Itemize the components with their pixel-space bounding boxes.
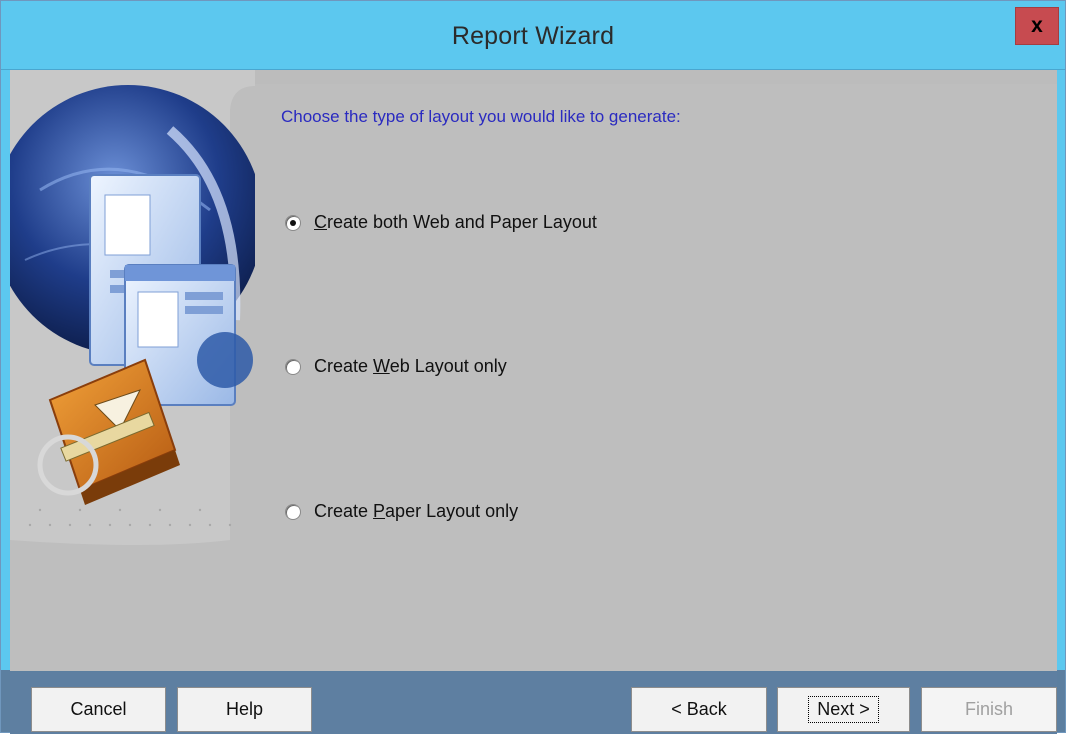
help-button[interactable]: Help bbox=[177, 687, 312, 732]
cancel-label: Cancel bbox=[70, 699, 127, 719]
radio-label-web: Create Web Layout only bbox=[314, 356, 507, 376]
radio-label-both: Create both Web and Paper Layout bbox=[314, 212, 597, 232]
radio-unselected-icon[interactable] bbox=[285, 503, 301, 520]
close-button[interactable]: x bbox=[1015, 7, 1059, 45]
options-panel bbox=[234, 84, 1057, 671]
help-label: Help bbox=[225, 699, 264, 719]
finish-button[interactable]: Finish bbox=[921, 687, 1057, 732]
radio-unselected-icon[interactable] bbox=[285, 358, 301, 375]
back-label: < Back bbox=[671, 699, 727, 719]
next-button[interactable]: Next > bbox=[777, 687, 910, 732]
radio-both-layouts[interactable]: Create both Web and Paper Layout bbox=[285, 212, 597, 233]
radio-selected-icon[interactable] bbox=[285, 214, 301, 231]
finish-label: Finish bbox=[964, 699, 1013, 719]
radio-label-paper: Create Paper Layout only bbox=[314, 501, 519, 521]
title-bar[interactable]: Report Wizard x bbox=[1, 1, 1065, 70]
close-icon: x bbox=[1031, 14, 1043, 37]
radio-web-layout[interactable]: Create Web Layout only bbox=[285, 356, 507, 377]
window-title: Report Wizard bbox=[451, 22, 615, 50]
right-border bbox=[1057, 70, 1065, 670]
report-wizard-window: Report Wizard x Choose the type of layou… bbox=[0, 0, 1066, 734]
wizard-artwork-icon bbox=[10, 70, 255, 671]
left-border bbox=[1, 70, 10, 670]
layout-prompt: Choose the type of layout you would like… bbox=[281, 107, 681, 126]
radio-paper-layout[interactable]: Create Paper Layout only bbox=[285, 501, 518, 522]
next-label: Next > bbox=[808, 696, 879, 723]
cancel-button[interactable]: Cancel bbox=[31, 687, 166, 732]
back-button[interactable]: < Back bbox=[631, 687, 767, 732]
wizard-illustration bbox=[10, 70, 255, 671]
